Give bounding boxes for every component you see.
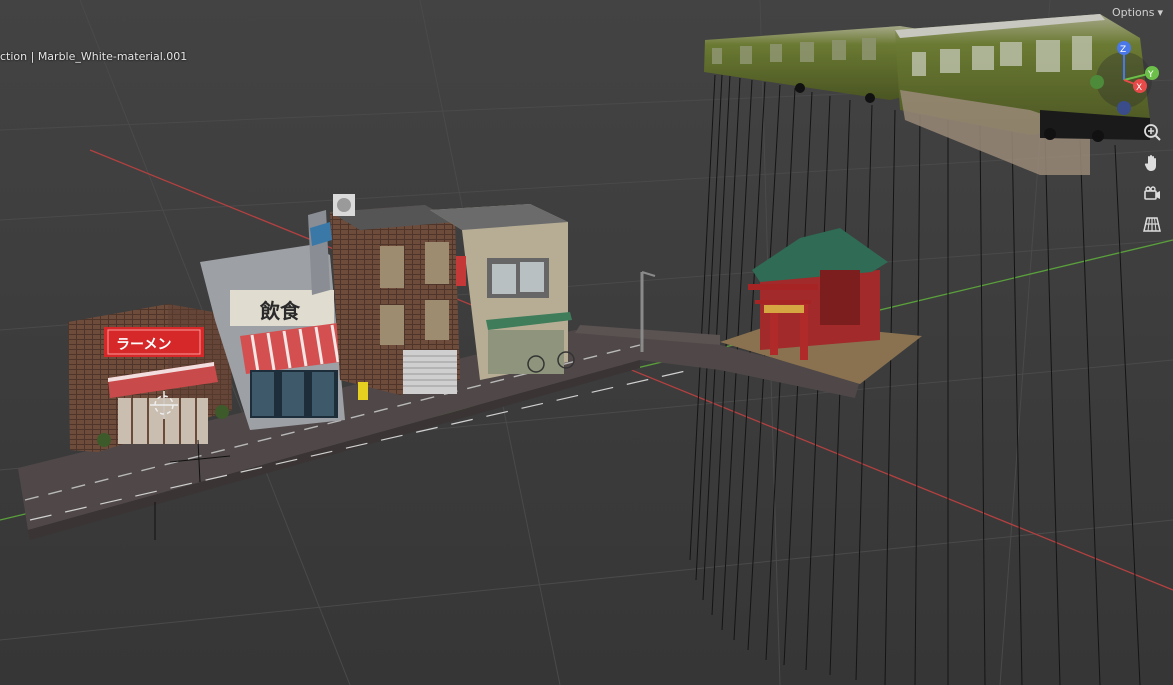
options-button[interactable]: Options ▾	[1112, 6, 1163, 19]
gizmo-y-label: Y	[1147, 70, 1154, 80]
viewport-header-text: ction | Marble_White-material.001	[0, 50, 188, 63]
food-sign: 飲食	[259, 299, 301, 323]
zoom-icon[interactable]	[1138, 119, 1166, 145]
gizmo-x-label: X	[1136, 83, 1142, 93]
ramen-sign: ラーメン	[116, 337, 171, 353]
chevron-down-icon: ▾	[1157, 6, 1163, 19]
pan-hand-icon[interactable]	[1138, 150, 1166, 176]
options-label: Options	[1112, 6, 1155, 19]
grid-perspective-icon[interactable]	[1138, 211, 1166, 237]
camera-icon[interactable]	[1138, 181, 1166, 207]
ramen-shop: ラーメン	[68, 304, 232, 452]
gizmo-z-label: Z	[1120, 45, 1126, 55]
3d-viewport[interactable]: ラーメン 飲食 Z Y X	[0, 0, 1173, 685]
